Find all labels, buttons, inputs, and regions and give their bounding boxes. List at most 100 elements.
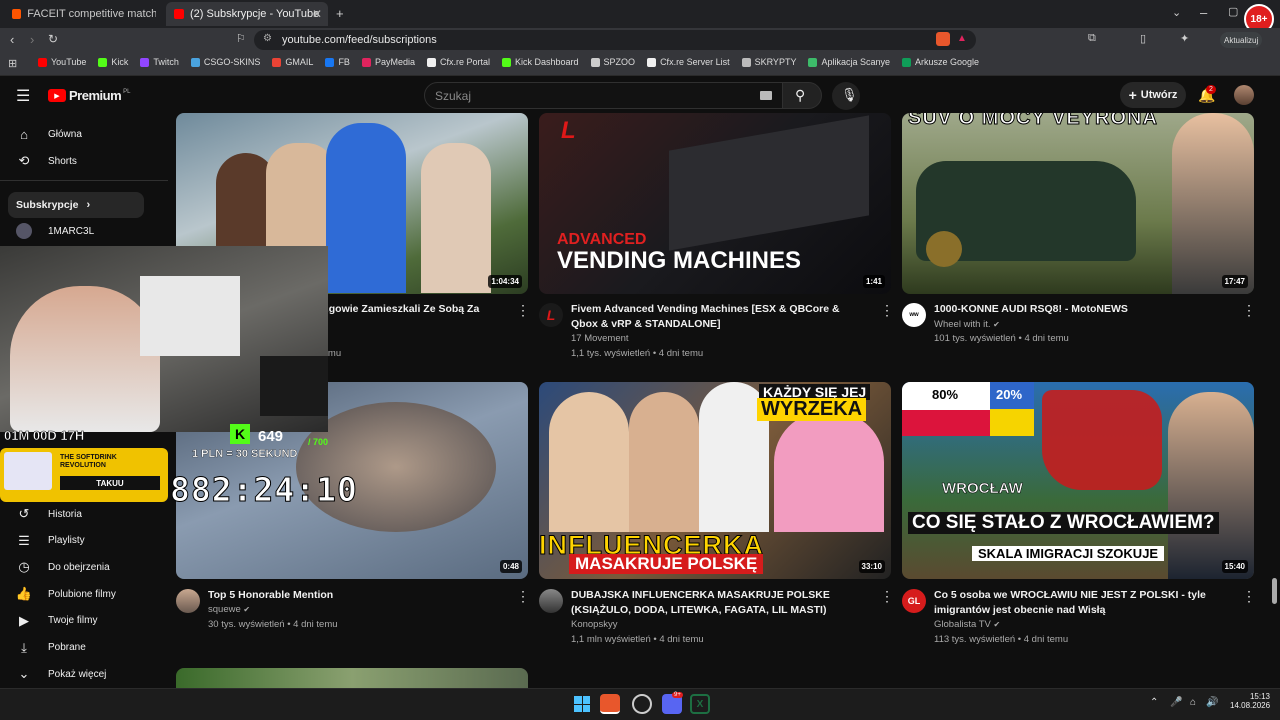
video-channel[interactable]: Wheel with it. xyxy=(934,319,991,330)
bookmark-item[interactable]: FB xyxy=(325,57,350,67)
extensions-icon[interactable]: ⧉ xyxy=(1088,32,1096,45)
bookmark-item[interactable]: Cfx.re Server List xyxy=(647,57,730,67)
like-icon: 👍 xyxy=(15,586,33,602)
video-thumbnail[interactable]: L ADVANCED VENDING MACHINES 1:41 xyxy=(539,113,891,294)
leo-ai-icon[interactable]: ✦ xyxy=(1180,32,1189,45)
bookmark-item[interactable]: PayMedia xyxy=(361,57,415,67)
sidebar-item-chevron-down[interactable]: ⌄ Pokaż więcej xyxy=(0,661,170,687)
video-title[interactable]: 1000-KONNE AUDI RSQ8! - MotoNEWS xyxy=(934,302,1224,317)
sidebar-item-history[interactable]: ↺ Historia xyxy=(0,501,170,527)
bookmark-item[interactable]: Cfx.re Portal xyxy=(426,57,490,67)
update-button[interactable]: Aktualizuj xyxy=(1220,32,1263,48)
bookmark-label: SPZOO xyxy=(603,57,636,67)
bookmark-item[interactable]: SPZOO xyxy=(590,57,636,67)
bookmark-favicon-icon xyxy=(98,57,108,67)
bookmark-item[interactable]: Kick xyxy=(98,57,128,67)
site-info-icon[interactable]: ⚙ xyxy=(263,33,272,44)
video-thumbnail[interactable] xyxy=(176,668,528,688)
tray-overflow-icon[interactable]: ⌃ xyxy=(1150,697,1158,708)
channel-avatar[interactable]: ww xyxy=(902,303,926,327)
channel-avatar[interactable] xyxy=(539,589,563,613)
sidebar-item-watch-later[interactable]: ◷ Do obejrzenia xyxy=(0,554,170,580)
more-options-icon[interactable]: ⋮ xyxy=(1242,588,1256,605)
bookmark-item[interactable]: Kick Dashboard xyxy=(502,57,579,67)
webcam-mic xyxy=(260,356,328,416)
new-tab-icon[interactable]: + xyxy=(336,6,344,21)
bookmark-item[interactable]: Twitch xyxy=(140,57,179,67)
keyboard-icon[interactable] xyxy=(760,91,772,100)
browser-tab-youtube[interactable]: (2) Subskrypcje - YouTube ✕ xyxy=(166,2,328,26)
tray-mic-icon[interactable]: 🎤 xyxy=(1170,697,1182,708)
youtube-premium-logo[interactable]: ▶ Premium PL xyxy=(48,88,130,103)
create-button[interactable]: + Utwórz xyxy=(1120,82,1186,108)
voice-search-button[interactable]: 🎙 xyxy=(832,82,860,110)
more-options-icon[interactable]: ⋮ xyxy=(880,588,894,605)
sidebar-item-channel[interactable]: 1MARC3L xyxy=(0,218,170,244)
bookmark-item[interactable]: Arkusze Google xyxy=(902,57,979,67)
tab-search-icon[interactable]: ⌄ xyxy=(1172,6,1181,19)
channel-avatar[interactable]: L xyxy=(539,303,563,327)
account-avatar[interactable] xyxy=(1234,85,1254,105)
video-title[interactable]: Co 5 osoba we WROCŁAWIU NIE JEST Z POLSK… xyxy=(934,588,1224,618)
more-options-icon[interactable]: ⋮ xyxy=(880,302,894,319)
search-input[interactable]: Szukaj xyxy=(424,82,784,109)
video-channel[interactable]: squewe xyxy=(208,604,241,615)
bookmark-label: Cfx.re Server List xyxy=(660,57,730,67)
brave-shields-icon[interactable] xyxy=(936,32,950,46)
sidebar-item-your-videos[interactable]: ▶ Twoje filmy xyxy=(0,608,170,634)
page-scrollbar-thumb[interactable] xyxy=(1272,578,1277,604)
sidebar-item-download[interactable]: ⤓ Pobrane xyxy=(0,635,170,661)
search-button[interactable]: ⚲ xyxy=(782,82,822,109)
channel-avatar[interactable] xyxy=(176,589,200,613)
browser-tab-faceit[interactable]: FACEIT competitive match - FACEIT.c xyxy=(4,2,164,26)
network-icon[interactable]: ⌂ xyxy=(1190,697,1196,708)
sidebar-item-home[interactable]: ⌂ Główna xyxy=(0,121,170,147)
bookmark-icon[interactable]: ⚐ xyxy=(236,32,246,45)
close-tab-icon[interactable]: ✕ xyxy=(312,7,322,21)
menu-icon[interactable]: ☰ xyxy=(16,86,30,106)
more-options-icon[interactable]: ⋮ xyxy=(516,302,530,319)
apps-grid-icon[interactable]: ⊞ xyxy=(8,57,17,70)
video-channel[interactable]: Globalista TV xyxy=(934,619,991,630)
bookmark-item[interactable]: SKRYPTY xyxy=(741,57,796,67)
volume-icon[interactable]: 🔊 xyxy=(1206,697,1218,708)
video-thumbnail[interactable]: KAŻDY SIĘ JEJ WYRZEKA INFLUENCERKA MASAK… xyxy=(539,382,891,579)
address-bar[interactable]: ⚙ youtube.com/feed/subscriptions ▲ xyxy=(254,30,976,50)
video-channel[interactable]: 17 Movement xyxy=(571,333,629,344)
minimize-icon[interactable]: – xyxy=(1200,5,1207,20)
video-channel-row: squewe ✔ xyxy=(208,604,250,615)
bookmark-item[interactable]: YouTube xyxy=(38,57,86,67)
sidebar-item-shorts[interactable]: ⟲ Shorts xyxy=(0,148,170,174)
bookmark-item[interactable]: GMAIL xyxy=(272,57,313,67)
maximize-icon[interactable]: ▢ xyxy=(1228,5,1238,18)
video-title[interactable]: ...gowie Zamieszkali Ze Sobą Za xyxy=(320,302,500,317)
brave-browser-icon[interactable] xyxy=(600,694,620,714)
video-title[interactable]: Fivem Advanced Vending Machines [ESX & Q… xyxy=(571,302,861,332)
video-thumbnail[interactable]: SUV O MOCY VEYRONA 17:47 xyxy=(902,113,1254,294)
video-title[interactable]: DUBAJSKA INFLUENCERKA MASAKRUJE POLSKE (… xyxy=(571,588,861,618)
thumb-person xyxy=(1172,113,1254,294)
excel-icon[interactable]: X xyxy=(690,694,710,714)
more-options-icon[interactable]: ⋮ xyxy=(516,588,530,605)
forward-icon[interactable]: › xyxy=(30,32,34,47)
video-channel[interactable]: Konopskyy xyxy=(571,619,617,630)
sidebar-subscriptions-header[interactable]: Subskrypcje › xyxy=(8,192,144,218)
reload-icon[interactable]: ↻ xyxy=(48,32,58,46)
clock[interactable]: 15:13 14.08.2026 xyxy=(1230,692,1270,710)
bookmark-item[interactable]: CSGO-SKINS xyxy=(190,57,260,67)
thumb-person xyxy=(549,392,629,532)
windows-start-icon[interactable] xyxy=(572,694,592,714)
video-channel-row: Globalista TV ✔ xyxy=(934,619,1000,630)
bookmark-item[interactable]: Aplikacja Scanye xyxy=(808,57,890,67)
more-options-icon[interactable]: ⋮ xyxy=(1242,302,1256,319)
video-title[interactable]: Top 5 Honorable Mention xyxy=(208,588,498,603)
obs-icon[interactable] xyxy=(632,694,652,714)
sidebar-toggle-icon[interactable]: ▯ xyxy=(1140,32,1146,45)
sidebar-item-playlist[interactable]: ☰ Playlisty xyxy=(0,528,170,554)
back-icon[interactable]: ‹ xyxy=(10,32,14,47)
sidebar-item-like[interactable]: 👍 Polubione filmy xyxy=(0,581,170,607)
channel-avatar[interactable]: GL xyxy=(902,589,926,613)
brave-rewards-icon[interactable]: ▲ xyxy=(957,33,967,44)
thumb-text: WYRZEKA xyxy=(757,398,867,421)
video-thumbnail[interactable]: 80% 20% WROCŁAW CO SIĘ STAŁO Z WROCŁAWIE… xyxy=(902,382,1254,579)
